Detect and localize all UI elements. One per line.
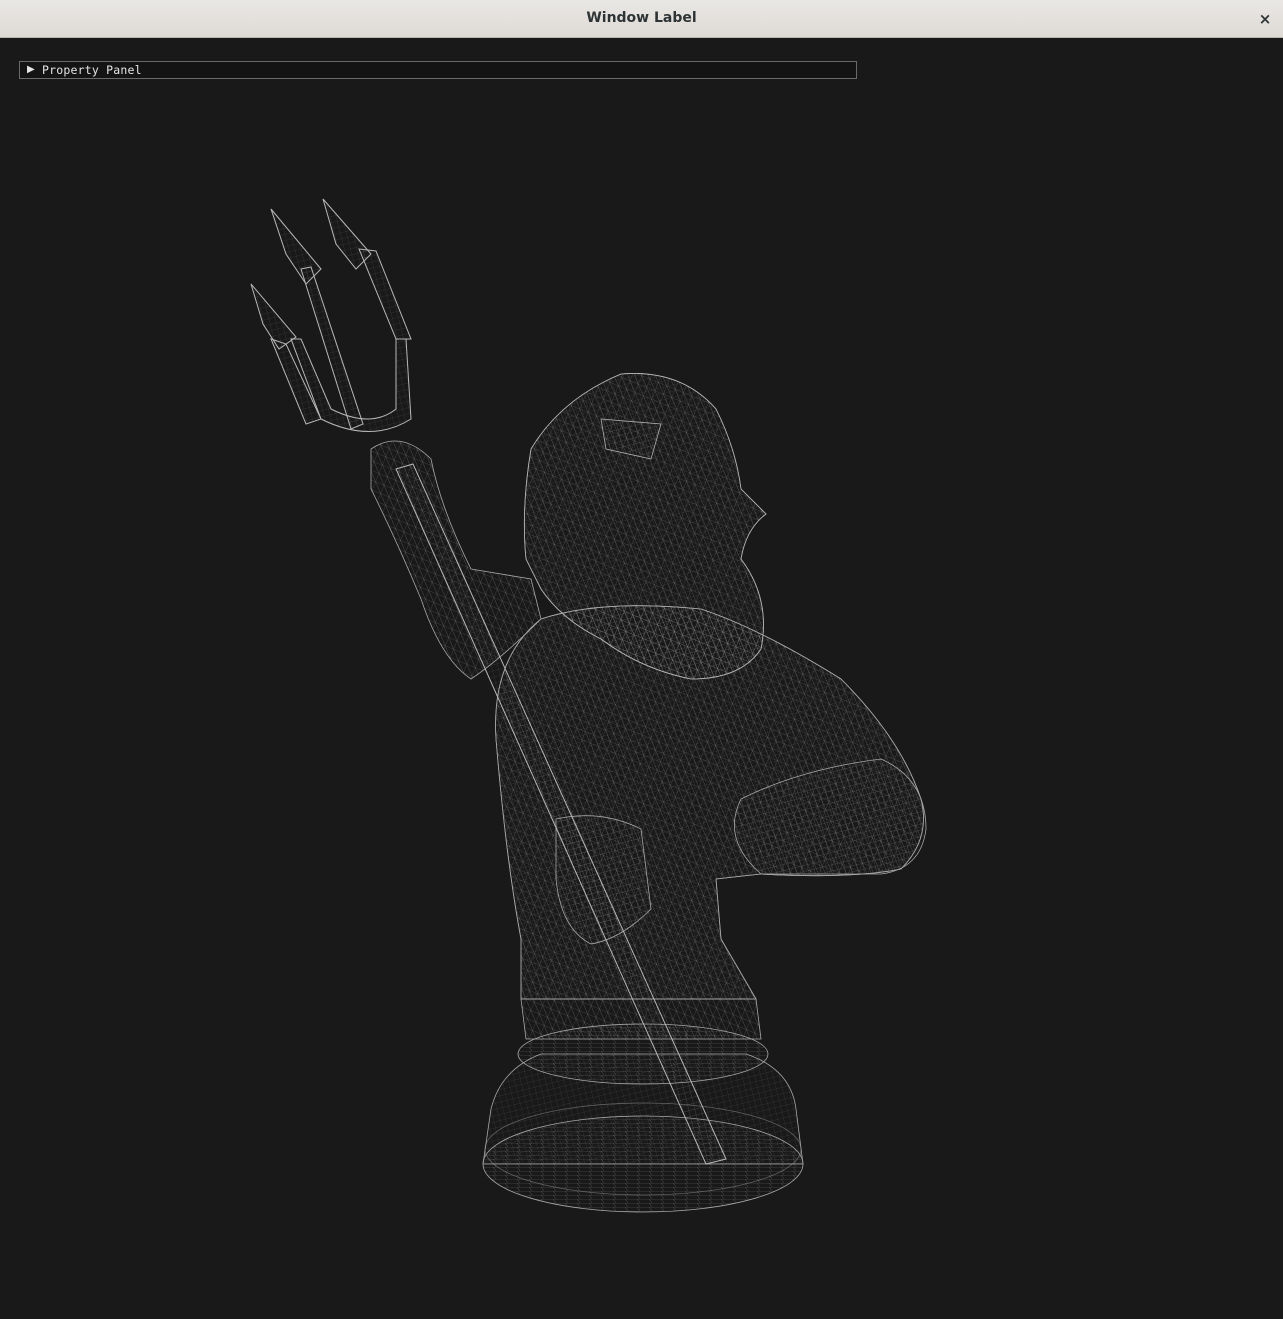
3d-viewport[interactable]: ▶ Property Panel bbox=[1, 39, 1282, 1318]
property-panel-header[interactable]: ▶ Property Panel bbox=[19, 61, 857, 79]
wireframe-model bbox=[250, 198, 927, 1213]
close-button[interactable]: × bbox=[1255, 9, 1275, 29]
title-bar[interactable]: Window Label × bbox=[0, 0, 1283, 38]
app-window: Window Label × ▶ Property Panel bbox=[0, 0, 1283, 1319]
window-title: Window Label bbox=[586, 10, 697, 26]
collapse-arrow-icon[interactable]: ▶ bbox=[27, 64, 35, 75]
pedestal-base bbox=[482, 998, 804, 1213]
property-panel-label: Property Panel bbox=[42, 63, 142, 77]
